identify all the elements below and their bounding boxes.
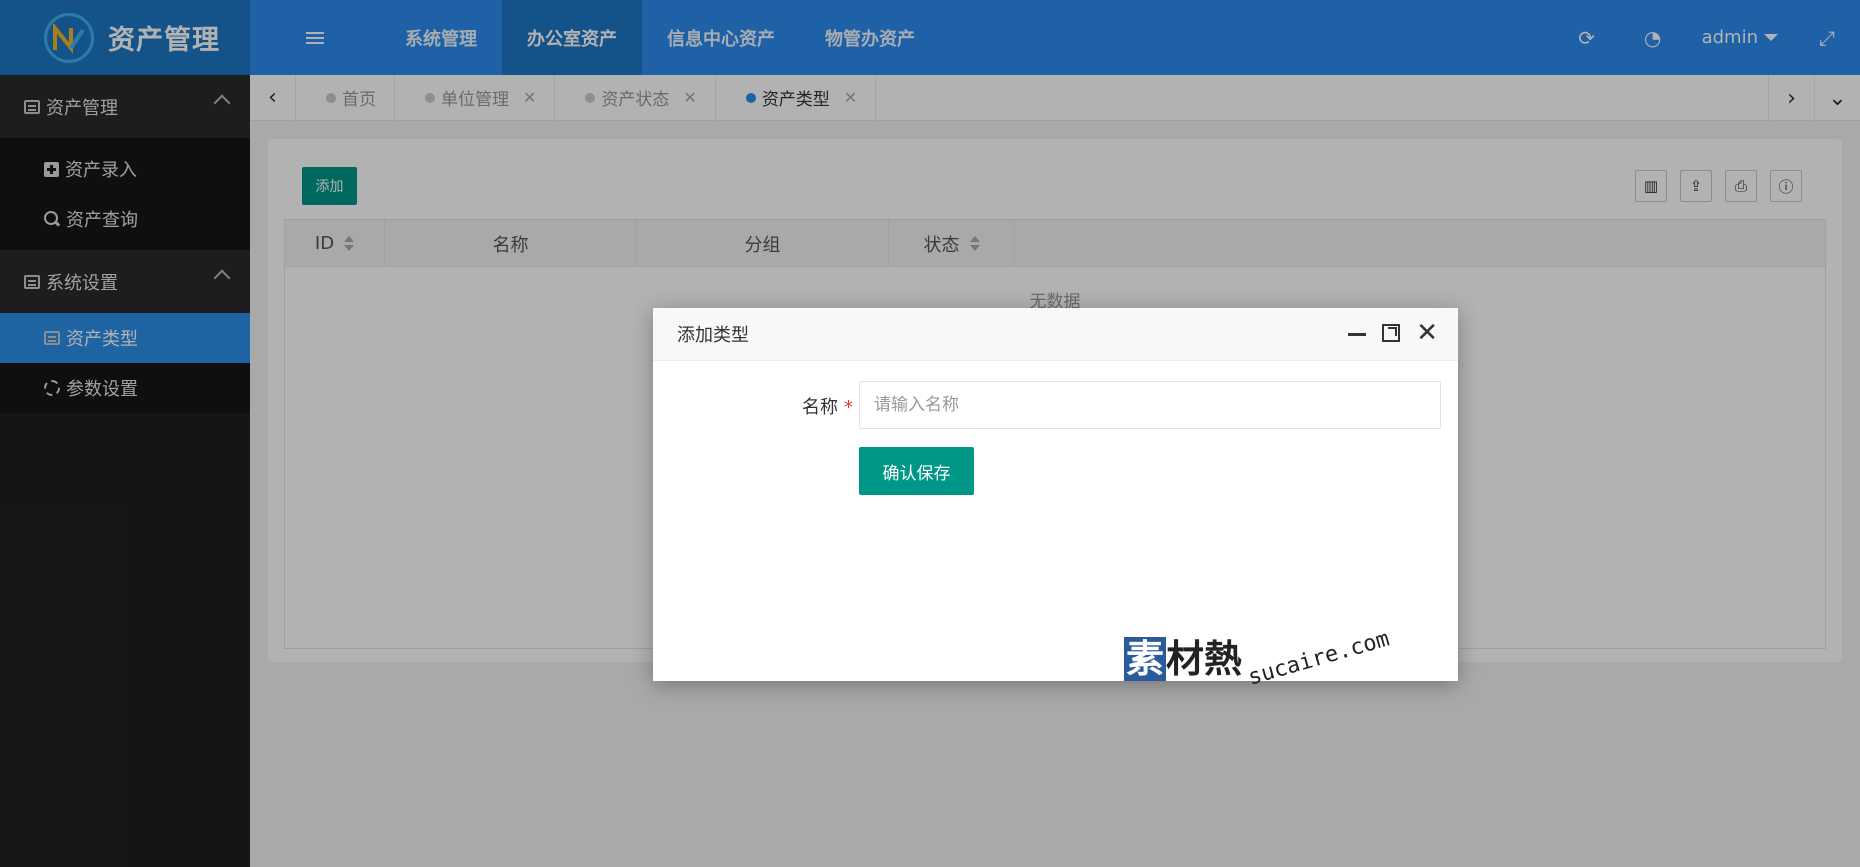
form-row-name: 名称 * (653, 381, 1458, 429)
close-icon[interactable]: ✕ (1416, 320, 1438, 346)
maximize-icon[interactable] (1382, 324, 1401, 342)
name-input[interactable] (859, 381, 1441, 429)
watermark-logo-rest: 材熱 (1166, 637, 1243, 681)
add-type-dialog: 添加类型 ✕ 名称 * 确认保存 (653, 308, 1458, 681)
name-label-text: 名称 (802, 397, 838, 418)
watermark-logo: 素材熱 (1124, 628, 1242, 683)
dialog-title: 添加类型 (677, 325, 749, 346)
confirm-save-button[interactable]: 确认保存 (859, 447, 974, 495)
dialog-controls: ✕ (1348, 320, 1438, 346)
dialog-header: 添加类型 ✕ (653, 308, 1458, 361)
watermark: 素材熱 sucaire.com (1124, 626, 1392, 691)
watermark-url: sucaire.com (1245, 626, 1393, 691)
minimize-icon[interactable] (1348, 332, 1367, 336)
required-mark: * (844, 397, 853, 418)
name-label: 名称 * (802, 393, 853, 419)
watermark-logo-first: 素 (1124, 637, 1167, 681)
